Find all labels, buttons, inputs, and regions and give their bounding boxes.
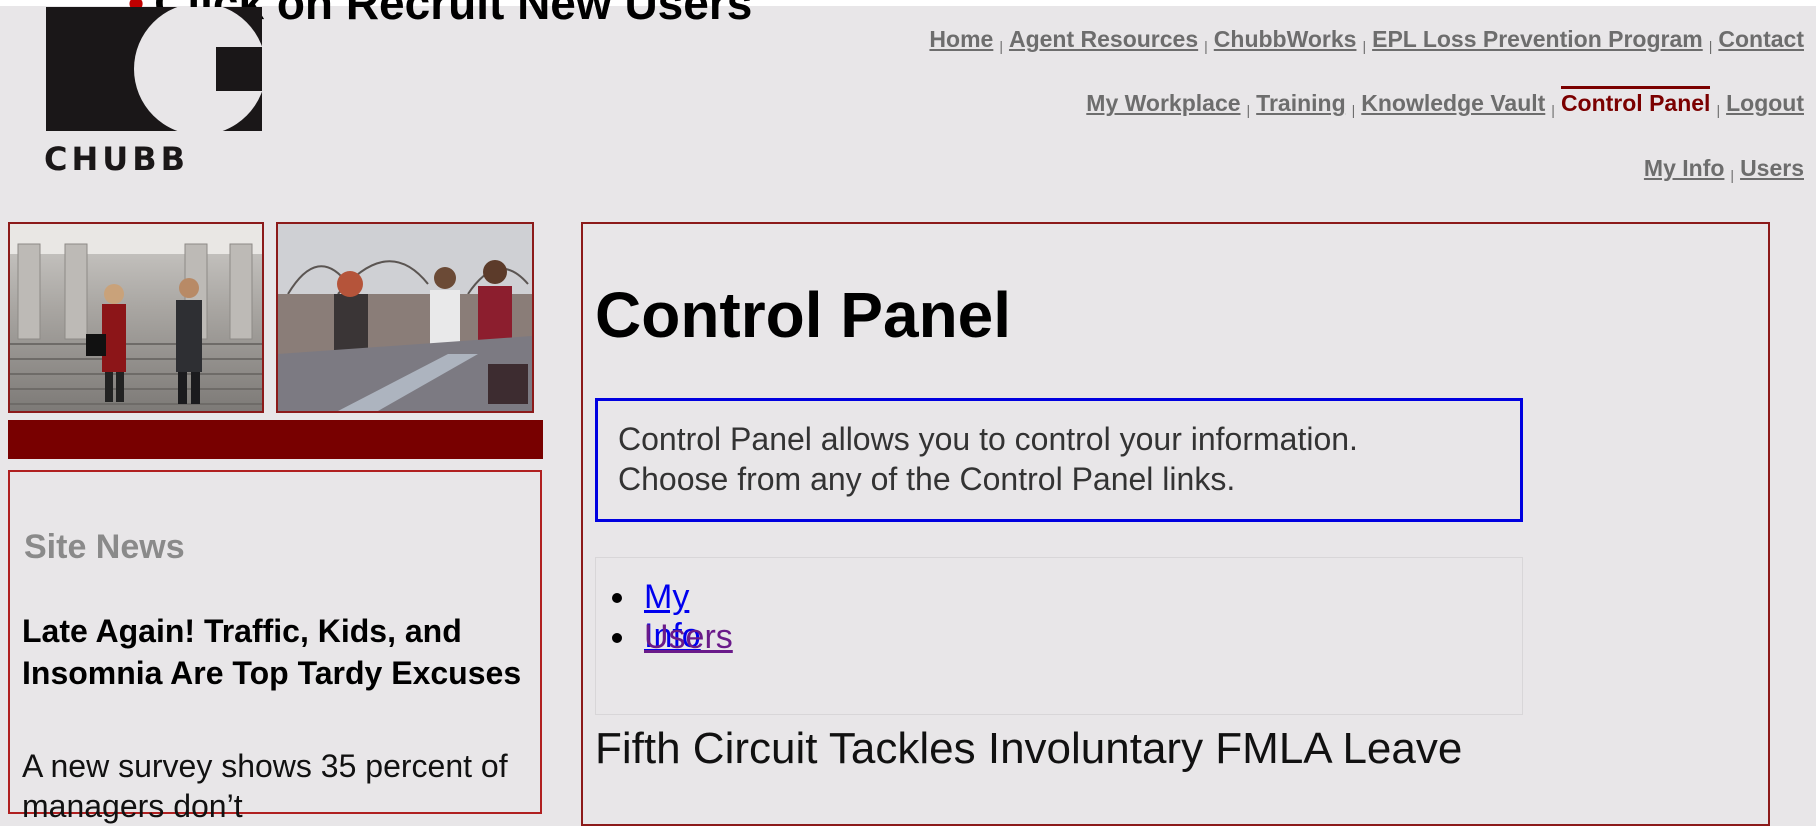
nav-users[interactable]: Users xyxy=(1740,155,1804,181)
main-content-panel: Control Panel Control Panel allows you t… xyxy=(581,222,1770,826)
info-text-line-1: Control Panel allows you to control your… xyxy=(618,421,1358,457)
nav-logout[interactable]: Logout xyxy=(1726,90,1804,116)
article-title[interactable]: Fifth Circuit Tackles Involuntary FMLA L… xyxy=(595,724,1462,774)
nav-my-workplace[interactable]: My Workplace xyxy=(1086,90,1240,116)
nav-knowledge-vault[interactable]: Knowledge Vault xyxy=(1361,90,1545,116)
accent-bar xyxy=(8,420,543,459)
logo-text: CHUBB xyxy=(44,140,190,178)
nav-home[interactable]: Home xyxy=(929,26,993,52)
page-title: Control Panel xyxy=(595,279,1012,351)
primary-nav: Home | Agent Resources | ChubbWorks | EPL Loss… xyxy=(929,26,1804,54)
tertiary-nav: My Info | Users xyxy=(1643,155,1804,183)
logo-mark xyxy=(46,7,262,131)
info-box: Control Panel allows you to control your… xyxy=(595,398,1523,522)
meeting-photo xyxy=(276,222,534,413)
control-panel-links: My Info Users xyxy=(595,557,1523,715)
nav-control-panel[interactable]: Control Panel xyxy=(1560,86,1711,116)
site-news-title: Site News xyxy=(24,528,185,566)
nav-epl-loss-prevention[interactable]: EPL Loss Prevention Program xyxy=(1372,26,1703,52)
nav-agent-resources[interactable]: Agent Resources xyxy=(1009,26,1198,52)
courthouse-photo xyxy=(8,222,264,413)
site-news-panel: Site News Late Again! Traffic, Kids, and… xyxy=(8,470,542,824)
bullet-icon xyxy=(612,593,622,603)
nav-chubbworks[interactable]: ChubbWorks xyxy=(1214,26,1357,52)
secondary-nav: My Workplace | Training | Knowledge Vault | Co… xyxy=(1086,86,1804,118)
courthouse-photo-image xyxy=(10,224,262,405)
nav-contact[interactable]: Contact xyxy=(1718,26,1804,52)
bullet-icon xyxy=(612,633,622,643)
meeting-photo-image xyxy=(278,224,532,411)
news-headline[interactable]: Late Again! Traffic, Kids, and Insomnia … xyxy=(22,610,522,694)
news-body: A new survey shows 35 percent of manager… xyxy=(22,748,508,824)
nav-my-info[interactable]: My Info xyxy=(1644,155,1725,181)
nav-training[interactable]: Training xyxy=(1256,90,1345,116)
users-link[interactable]: Users xyxy=(644,618,733,657)
info-text-line-2: Choose from any of the Control Panel lin… xyxy=(618,461,1236,497)
